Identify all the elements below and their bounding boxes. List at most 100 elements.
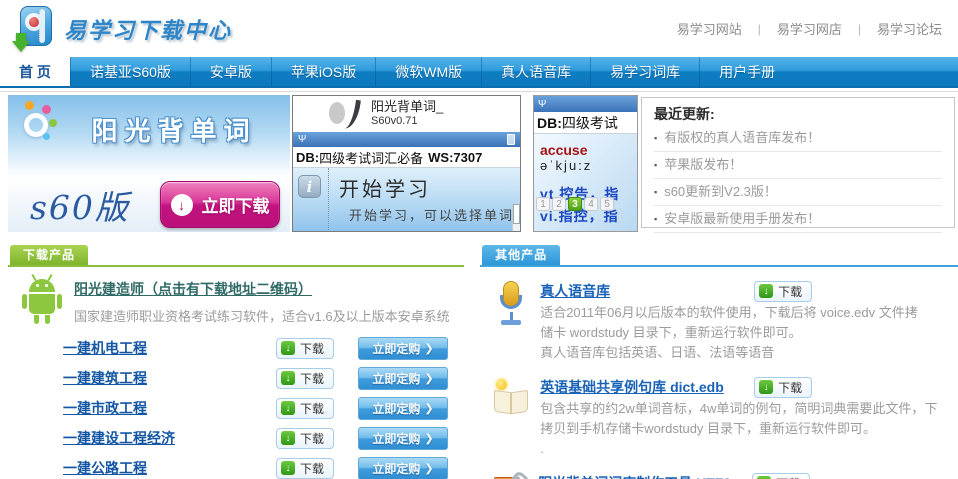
order-now-button[interactable]: 立即定购❯ <box>358 337 448 360</box>
bullet-icon: ▪ <box>654 206 657 232</box>
chevron-right-icon: ❯ <box>424 342 433 355</box>
nav-tab-android[interactable]: 安卓版 <box>190 57 271 86</box>
course-link[interactable]: 一建机电工程 <box>63 338 276 358</box>
product-link[interactable]: 英语基础共享例句库 dict.edb <box>540 377 724 397</box>
green-arrow-icon <box>12 41 30 52</box>
course-link[interactable]: 一建市政工程 <box>63 398 276 418</box>
order-now-button[interactable]: 立即定购❯ <box>358 427 448 450</box>
order-now-button[interactable]: 立即定购❯ <box>358 367 448 390</box>
nav-tab-manual[interactable]: 用户手册 <box>699 57 794 86</box>
app-title: 阳光背单词_ <box>371 100 443 115</box>
banner-download-button[interactable]: ↓ 立即下载 <box>160 181 280 228</box>
db-name: 四级考试 <box>562 113 618 133</box>
update-item[interactable]: ▪ 有版权的真人语音库发布！ <box>654 125 942 152</box>
tab-other-products[interactable]: 其他产品 <box>482 245 560 265</box>
product-description: . <box>540 439 937 459</box>
phone1-menu: i 开始学习 开始学习，可以选择单词 <box>293 168 520 232</box>
page-5[interactable]: 5 <box>600 197 614 211</box>
phone2-word-card: accuse əˈkju:z vt.控告，指 vi.指控，指 1 2 3 4 5 <box>534 134 637 232</box>
tab-download-products[interactable]: 下载产品 <box>10 245 88 265</box>
nav-tab-home[interactable]: 首 页 <box>0 57 70 86</box>
page-3-active[interactable]: 3 <box>568 197 582 211</box>
top-link-forum[interactable]: 易学习论坛 <box>877 19 942 38</box>
lightbulb-icon <box>496 379 507 390</box>
word-count: WS:7307 <box>428 150 482 165</box>
site-title: 易学习下载中心 <box>64 13 232 45</box>
phonetic: əˈkju:z <box>540 158 592 173</box>
phone2-statusbar: Ψ <box>534 96 637 112</box>
download-button[interactable]: ↓下载 <box>752 473 810 479</box>
word: accuse <box>540 142 587 158</box>
nav-tab-dict[interactable]: 易学习词库 <box>590 57 699 86</box>
table-row: 一建机电工程 ↓下载 立即定购❯ <box>8 333 464 363</box>
download-arrow-icon: ↓ <box>759 284 773 298</box>
update-item[interactable]: ▪ s60更新到V2.3版！ <box>654 179 942 206</box>
chevron-right-icon: ❯ <box>424 402 433 415</box>
page-2[interactable]: 2 <box>552 197 566 211</box>
phone-screenshot-word: Ψ DB: 四级考试 accuse əˈkju:z vt.控告，指 vi.指控，… <box>533 95 638 232</box>
menu-item-desc: 开始学习，可以选择单词 <box>349 205 514 224</box>
main-nav: 首 页 诺基亚S60版 安卓版 苹果iOS版 微软WM版 真人语音库 易学习词库… <box>0 57 958 88</box>
download-button[interactable]: ↓下载 <box>276 428 334 449</box>
download-button[interactable]: ↓下载 <box>754 377 812 398</box>
download-rows: 一建机电工程 ↓下载 立即定购❯ 一建建筑工程 ↓下载 立即定购❯ 一建市政工程… <box>8 333 464 479</box>
antenna-icon: Ψ <box>298 134 306 145</box>
promo-banner[interactable]: 阳光背单词 s60版 ↓ 立即下载 <box>8 95 290 232</box>
product-link[interactable]: 真人语音库 <box>540 281 610 301</box>
course-link[interactable]: 一建公路工程 <box>63 458 276 478</box>
product-description: 适合2011年06月以后版本的软件使用，下载后将 voice.edv 文件拷 <box>540 303 918 323</box>
antenna-icon: Ψ <box>538 99 546 110</box>
download-button[interactable]: ↓下载 <box>754 281 812 302</box>
nav-tab-s60[interactable]: 诺基亚S60版 <box>70 57 190 86</box>
product-link[interactable]: 阳光背单词词库制作工具 UTF8 <box>538 473 731 479</box>
download-button[interactable]: ↓下载 <box>276 398 334 419</box>
table-row: 一建建设工程经济 ↓下载 立即定购❯ <box>8 423 464 453</box>
content-columns: 下载产品 阳光建造师（点击有下载地址二维码） 国家建造师职业资格考试练习软件，适… <box>0 245 958 479</box>
site-logo[interactable]: 易学习下载中心 <box>10 4 232 54</box>
top-link-website[interactable]: 易学习网站 <box>677 19 742 38</box>
update-item[interactable]: ▪ 安卓版最新使用手册发布！ <box>654 206 942 233</box>
bullet-icon: ▪ <box>654 152 657 178</box>
phone2-db-row: DB: 四级考试 <box>534 112 637 134</box>
download-button[interactable]: ↓下载 <box>276 338 334 359</box>
nav-tab-ios[interactable]: 苹果iOS版 <box>271 57 375 86</box>
list-item: 英语基础共享例句库 dict.edb ↓下载 包含共享的约2w单词音标，4w单词… <box>480 375 958 459</box>
download-arrow-icon: ↓ <box>171 194 193 216</box>
product-title-link[interactable]: 阳光建造师（点击有下载地址二维码） <box>74 279 450 299</box>
banner-title: 阳光背单词 <box>66 111 282 148</box>
course-link[interactable]: 一建建设工程经济 <box>63 428 276 448</box>
tool-book-icon <box>492 473 528 479</box>
pagination: 1 2 3 4 5 <box>536 197 614 211</box>
list-item: 阳光背单词词库制作工具 UTF8 ↓下载 <box>480 471 958 479</box>
table-row: 一建建筑工程 ↓下载 立即定购❯ <box>8 363 464 393</box>
update-item[interactable]: ▪ 苹果版发布！ <box>654 152 942 179</box>
app-logo-icon <box>327 99 363 129</box>
header: 易学习下载中心 易学习网站 | 易学习网店 | 易学习论坛 <box>0 0 958 57</box>
nav-tab-voice[interactable]: 真人语音库 <box>481 57 590 86</box>
download-arrow-icon: ↓ <box>281 341 295 355</box>
order-now-button[interactable]: 立即定购❯ <box>358 457 448 479</box>
page-1[interactable]: 1 <box>536 197 550 211</box>
download-arrow-icon: ↓ <box>759 380 773 394</box>
download-button[interactable]: ↓下载 <box>276 368 334 389</box>
open-book-icon <box>492 379 530 419</box>
product-description: 真人语音库包括英语、日语、法语等语音 <box>540 343 918 363</box>
downloads-section: 下载产品 阳光建造师（点击有下载地址二维码） 国家建造师职业资格考试练习软件，适… <box>8 245 464 479</box>
page-4[interactable]: 4 <box>584 197 598 211</box>
battery-icon <box>507 134 515 145</box>
db-name: 四级考试词汇必备 <box>319 148 423 167</box>
android-icon <box>20 277 64 325</box>
backpack-download-icon <box>10 4 58 54</box>
banner-subtitle: s60版 <box>30 181 130 229</box>
chevron-right-icon: ❯ <box>424 462 433 475</box>
updates-title: 最近更新: <box>654 103 942 125</box>
phone1-statusbar: Ψ <box>293 132 520 147</box>
bullet-icon: ▪ <box>654 179 657 205</box>
top-link-shop[interactable]: 易学习网店 <box>777 19 842 38</box>
nav-tab-wm[interactable]: 微软WM版 <box>375 57 481 86</box>
download-arrow-icon: ↓ <box>281 371 295 385</box>
phone1-titlebar: 阳光背单词_ S60v0.71 <box>293 96 520 132</box>
download-button[interactable]: ↓下载 <box>276 458 334 479</box>
order-now-button[interactable]: 立即定购❯ <box>358 397 448 420</box>
course-link[interactable]: 一建建筑工程 <box>63 368 276 388</box>
